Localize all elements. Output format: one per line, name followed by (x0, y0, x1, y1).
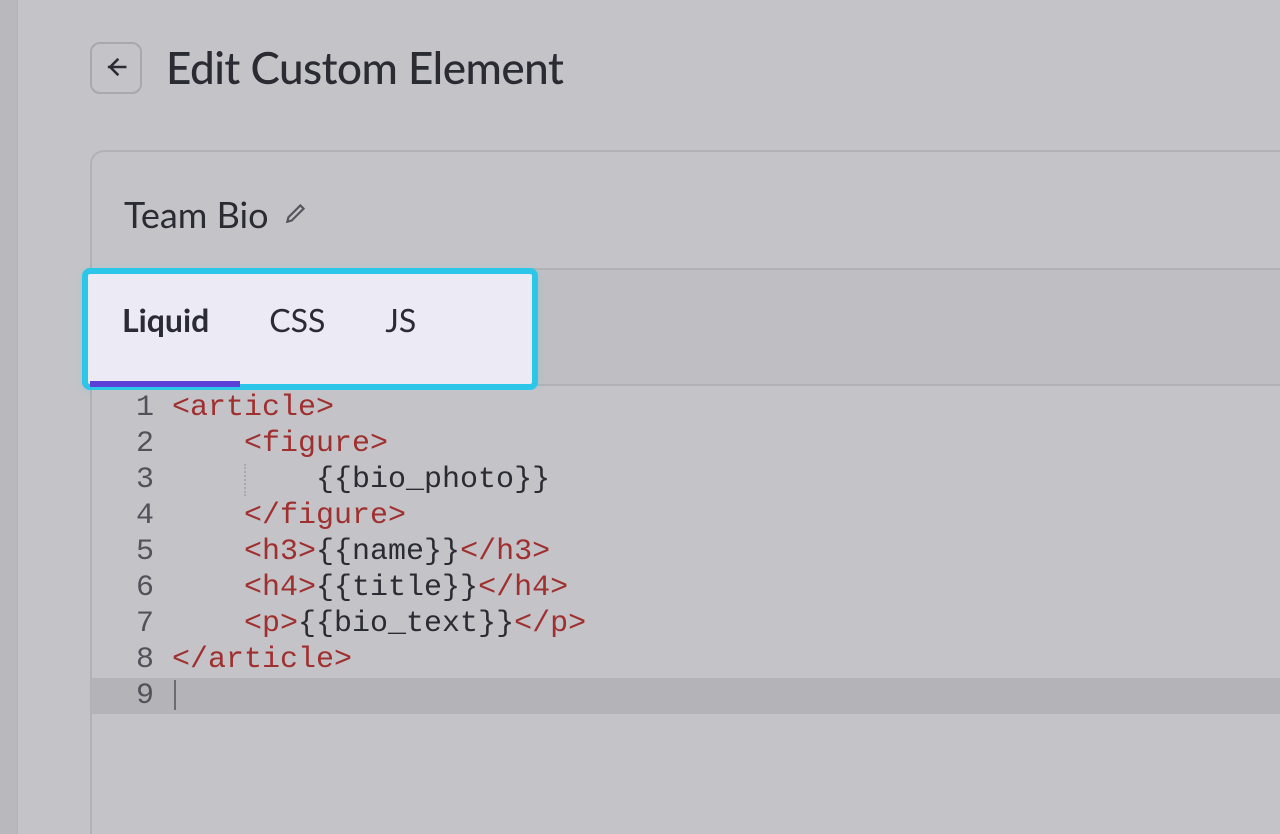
code-editor[interactable]: 1<article>2 <figure>3 {{bio_photo}}4 </f… (92, 390, 1280, 834)
code-line[interactable]: 4 </figure> (92, 498, 1280, 534)
code-content[interactable]: <figure> (172, 426, 388, 462)
code-content[interactable]: <h3>{{name}}</h3> (172, 534, 550, 570)
code-content[interactable]: <p>{{bio_text}}</p> (172, 606, 586, 642)
text-cursor (174, 680, 176, 710)
line-number: 6 (92, 570, 172, 606)
code-line[interactable]: 9 (92, 678, 1280, 714)
tab-js[interactable]: JS (385, 300, 416, 345)
code-line[interactable]: 3 {{bio_photo}} (92, 462, 1280, 498)
page-title: Edit Custom Element (166, 42, 563, 94)
line-number: 2 (92, 426, 172, 462)
indent-guide (244, 464, 246, 496)
code-line[interactable]: 2 <figure> (92, 426, 1280, 462)
line-number: 7 (92, 606, 172, 642)
tab-liquid[interactable]: Liquid (122, 300, 209, 345)
code-content[interactable]: <article> (172, 390, 334, 426)
code-line[interactable]: 6 <h4>{{title}}</h4> (92, 570, 1280, 606)
line-number: 8 (92, 642, 172, 678)
line-number: 9 (92, 678, 172, 714)
app-left-gutter (0, 0, 18, 834)
code-line[interactable]: 5 <h3>{{name}}</h3> (92, 534, 1280, 570)
line-number: 4 (92, 498, 172, 534)
code-tabs: Liquid CSS JS (122, 300, 416, 345)
code-content[interactable]: </article> (172, 642, 352, 678)
line-number: 1 (92, 390, 172, 426)
back-button[interactable] (90, 42, 142, 94)
element-name-row: Team Bio (92, 152, 1280, 264)
line-number: 3 (92, 462, 172, 498)
tab-css[interactable]: CSS (269, 300, 325, 345)
page-header: Edit Custom Element (90, 42, 563, 94)
code-line[interactable]: 7 <p>{{bio_text}}</p> (92, 606, 1280, 642)
code-content[interactable] (172, 678, 176, 714)
arrow-left-icon (102, 53, 130, 84)
element-name: Team Bio (124, 192, 269, 236)
code-line[interactable]: 1<article> (92, 390, 1280, 426)
line-number: 5 (92, 534, 172, 570)
editor-panel: Team Bio Liquid CSS JS 1<article>2 <figu… (90, 150, 1280, 834)
pencil-icon (283, 214, 309, 229)
code-content[interactable]: <h4>{{title}}</h4> (172, 570, 568, 606)
rename-button[interactable] (283, 200, 309, 229)
code-content[interactable]: </figure> (172, 498, 406, 534)
code-content[interactable]: {{bio_photo}} (172, 462, 550, 498)
code-line[interactable]: 8</article> (92, 642, 1280, 678)
